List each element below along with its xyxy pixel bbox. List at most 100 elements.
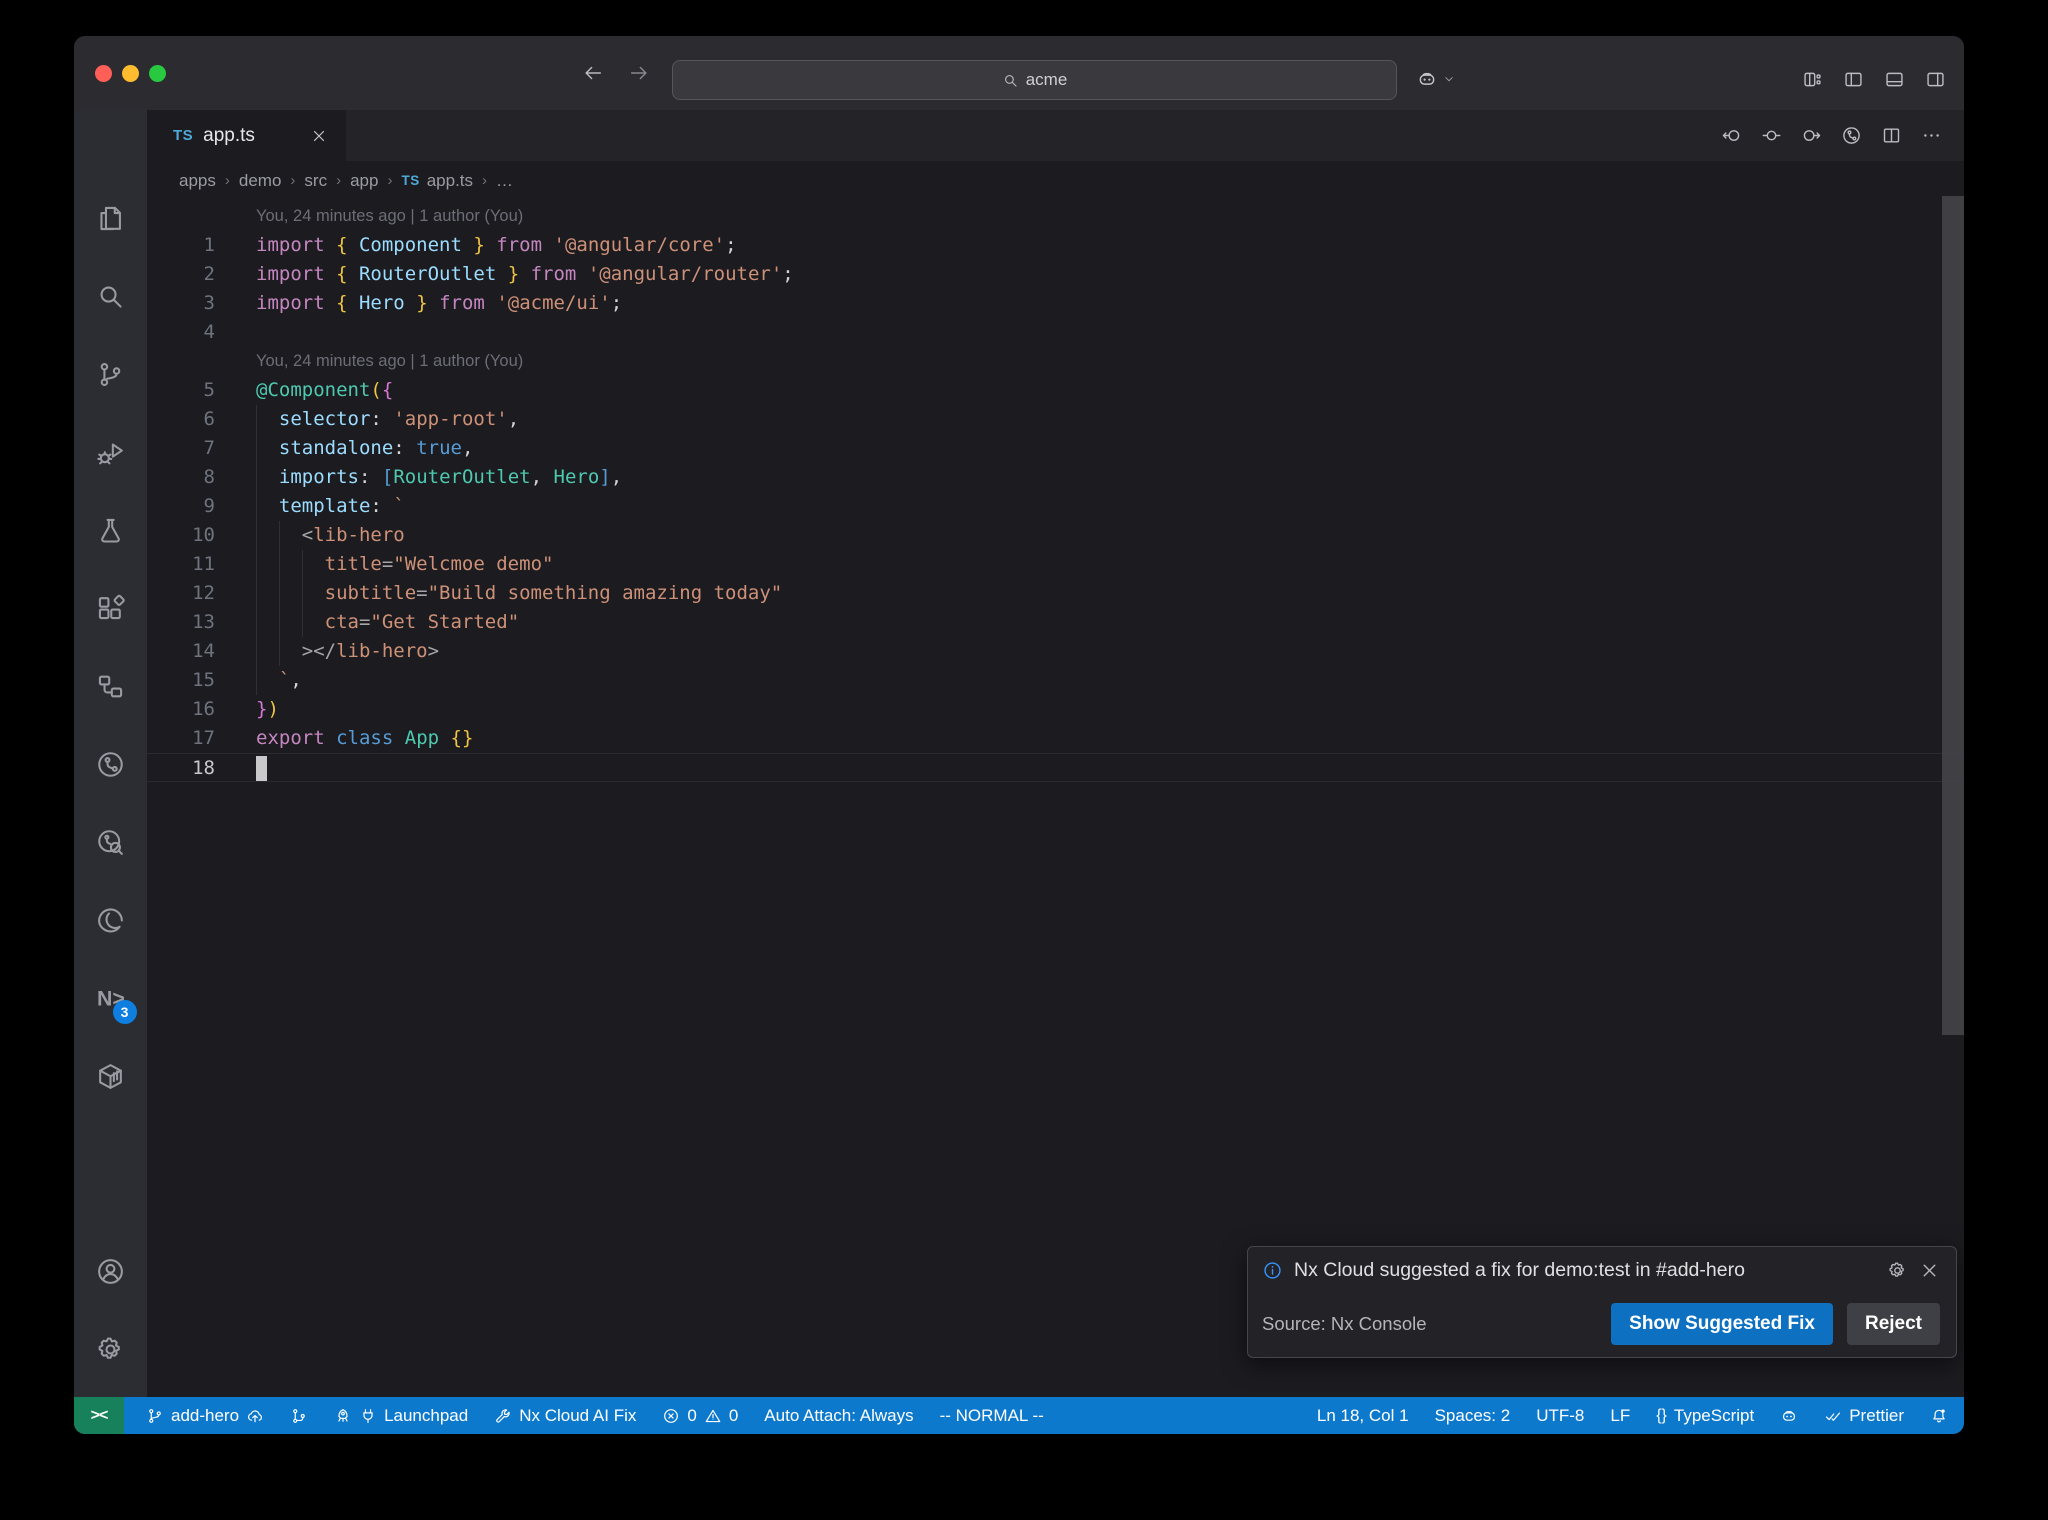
navigate-forward-icon[interactable] [628, 62, 650, 84]
status-launchpad[interactable]: Launchpad [334, 1406, 468, 1426]
code-line-4[interactable]: 4 [147, 318, 1964, 347]
code-line-8[interactable]: 8 imports: [RouterOutlet, Hero], [147, 463, 1964, 492]
code-line-7[interactable]: 7 standalone: true, [147, 434, 1964, 463]
copilot-menu[interactable] [1416, 60, 1456, 98]
line-number[interactable]: 18 [147, 754, 215, 783]
tab-app-ts[interactable]: TS app.ts [147, 110, 346, 161]
activity-item-project-structure[interactable] [87, 662, 135, 710]
split-editor-icon[interactable] [1881, 125, 1902, 146]
remote-indicator[interactable]: >< [74, 1397, 124, 1434]
breadcrumb-item-file[interactable]: TS app.ts [401, 171, 473, 191]
notification-settings-gear-icon[interactable] [1887, 1260, 1908, 1281]
line-number[interactable]: 1 [147, 231, 215, 260]
close-tab-icon[interactable] [310, 127, 328, 145]
code-line-3[interactable]: 3 import { Hero } from '@acme/ui'; [147, 289, 1964, 318]
breadcrumb-item-app[interactable]: app [350, 171, 378, 191]
more-icon[interactable] [1921, 125, 1942, 146]
activity-item-nx-graph-search[interactable] [87, 818, 135, 866]
code-line-1[interactable]: 1 import { Component } from '@angular/cor… [147, 231, 1964, 260]
vertical-scrollbar[interactable] [1942, 196, 1964, 1035]
line-number[interactable]: 15 [147, 666, 215, 695]
reject-button[interactable]: Reject [1846, 1303, 1940, 1345]
line-number[interactable]: 14 [147, 637, 215, 666]
line-number[interactable]: 4 [147, 318, 215, 347]
status-problems[interactable]: 00 [662, 1406, 738, 1426]
show-suggested-fix-button[interactable]: Show Suggested Fix [1611, 1303, 1833, 1345]
code-line-9[interactable]: 9 template: ` [147, 492, 1964, 521]
nav-forward-circle-icon[interactable] [1801, 125, 1822, 146]
activity-item-containers[interactable] [87, 1052, 135, 1100]
edge-icon [95, 905, 126, 936]
breadcrumb-more[interactable]: … [496, 171, 513, 191]
line-number[interactable]: 7 [147, 434, 215, 463]
line-number[interactable]: 9 [147, 492, 215, 521]
navigate-back-icon[interactable] [582, 62, 604, 84]
breadcrumb-item-apps[interactable]: apps [179, 171, 216, 191]
status-auto-attach[interactable]: Auto Attach: Always [764, 1406, 913, 1426]
line-number[interactable]: 8 [147, 463, 215, 492]
code-line-11[interactable]: 11 title="Welcmoe demo" [147, 550, 1964, 579]
status-eol[interactable]: LF [1610, 1406, 1630, 1426]
status-vim-mode[interactable]: -- NORMAL -- [940, 1406, 1044, 1426]
code-line-2[interactable]: 2 import { RouterOutlet } from '@angular/… [147, 260, 1964, 289]
line-number[interactable]: 17 [147, 724, 215, 753]
code-line-10[interactable]: 10 <lib-hero [147, 521, 1964, 550]
code-line-13[interactable]: 13 cta="Get Started" [147, 608, 1964, 637]
line-number[interactable]: 12 [147, 579, 215, 608]
line-number[interactable]: 10 [147, 521, 215, 550]
code-line-6[interactable]: 6 selector: 'app-root', [147, 405, 1964, 434]
notification-close-icon[interactable] [1919, 1260, 1940, 1281]
command-center-search[interactable]: acme [672, 60, 1397, 100]
nx-target-icon[interactable] [1841, 125, 1862, 146]
code-line-14[interactable]: 14 ></lib-hero> [147, 637, 1964, 666]
status-git-graph[interactable] [290, 1407, 308, 1425]
layout-sidebar-icon[interactable] [1843, 69, 1864, 90]
status-cursor-position[interactable]: Ln 18, Col 1 [1317, 1406, 1409, 1426]
code-line-17[interactable]: 17 export class App {} [147, 724, 1964, 753]
status-language-mode[interactable]: {} TypeScript [1656, 1406, 1754, 1426]
layout-customize-icon[interactable] [1802, 69, 1823, 90]
activity-item-testing[interactable] [87, 506, 135, 554]
nav-back-circle-icon[interactable] [1721, 125, 1742, 146]
activity-item-account[interactable] [87, 1247, 135, 1295]
breadcrumb-item-demo[interactable]: demo [239, 171, 282, 191]
line-number[interactable]: 6 [147, 405, 215, 434]
zoom-window-button[interactable] [149, 64, 166, 82]
activity-item-nx-cloud[interactable] [87, 740, 135, 788]
line-number[interactable]: 3 [147, 289, 215, 318]
code-line-5[interactable]: 5 @Component({ [147, 376, 1964, 405]
status-indentation[interactable]: Spaces: 2 [1435, 1406, 1511, 1426]
activity-item-run-debug[interactable] [87, 428, 135, 476]
layout-panel-icon[interactable] [1884, 69, 1905, 90]
status-nx-cloud-ai-fix[interactable]: Nx Cloud AI Fix [494, 1406, 636, 1426]
line-number[interactable]: 16 [147, 695, 215, 724]
status-notifications-bell[interactable] [1930, 1407, 1948, 1425]
breadcrumb-item-src[interactable]: src [304, 171, 327, 191]
code-line-18[interactable]: 18 [147, 753, 1964, 782]
activity-item-nx-console[interactable]: N> 3 [87, 974, 137, 1024]
activity-item-edge-browser[interactable] [87, 896, 135, 944]
status-copilot[interactable] [1780, 1407, 1798, 1425]
nav-dot-circle-icon[interactable] [1761, 125, 1782, 146]
code-editor[interactable]: You, 24 minutes ago | 1 author (You) 1 imp… [147, 200, 1964, 1397]
activity-item-search[interactable] [87, 272, 135, 320]
code-text: <lib-hero [301, 524, 405, 546]
minimize-window-button[interactable] [122, 64, 139, 82]
line-number[interactable]: 2 [147, 260, 215, 289]
close-window-button[interactable] [95, 64, 112, 82]
code-line-12[interactable]: 12 subtitle="Build something amazing tod… [147, 579, 1964, 608]
code-line-15[interactable]: 15 `, [147, 666, 1964, 695]
status-prettier[interactable]: Prettier [1824, 1406, 1904, 1426]
activity-item-settings[interactable] [87, 1325, 135, 1373]
activity-item-source-control[interactable] [87, 350, 135, 398]
status-encoding[interactable]: UTF-8 [1536, 1406, 1584, 1426]
activity-item-extensions[interactable] [87, 584, 135, 632]
activity-item-explorer[interactable] [87, 194, 135, 242]
status-git-branch-status[interactable]: add-hero [146, 1406, 264, 1426]
line-number[interactable]: 11 [147, 550, 215, 579]
activity-badge: 3 [112, 1000, 137, 1024]
line-number[interactable]: 13 [147, 608, 215, 637]
layout-sidebar-right-icon[interactable] [1925, 69, 1946, 90]
line-number[interactable]: 5 [147, 376, 215, 405]
code-line-16[interactable]: 16}) [147, 695, 1964, 724]
